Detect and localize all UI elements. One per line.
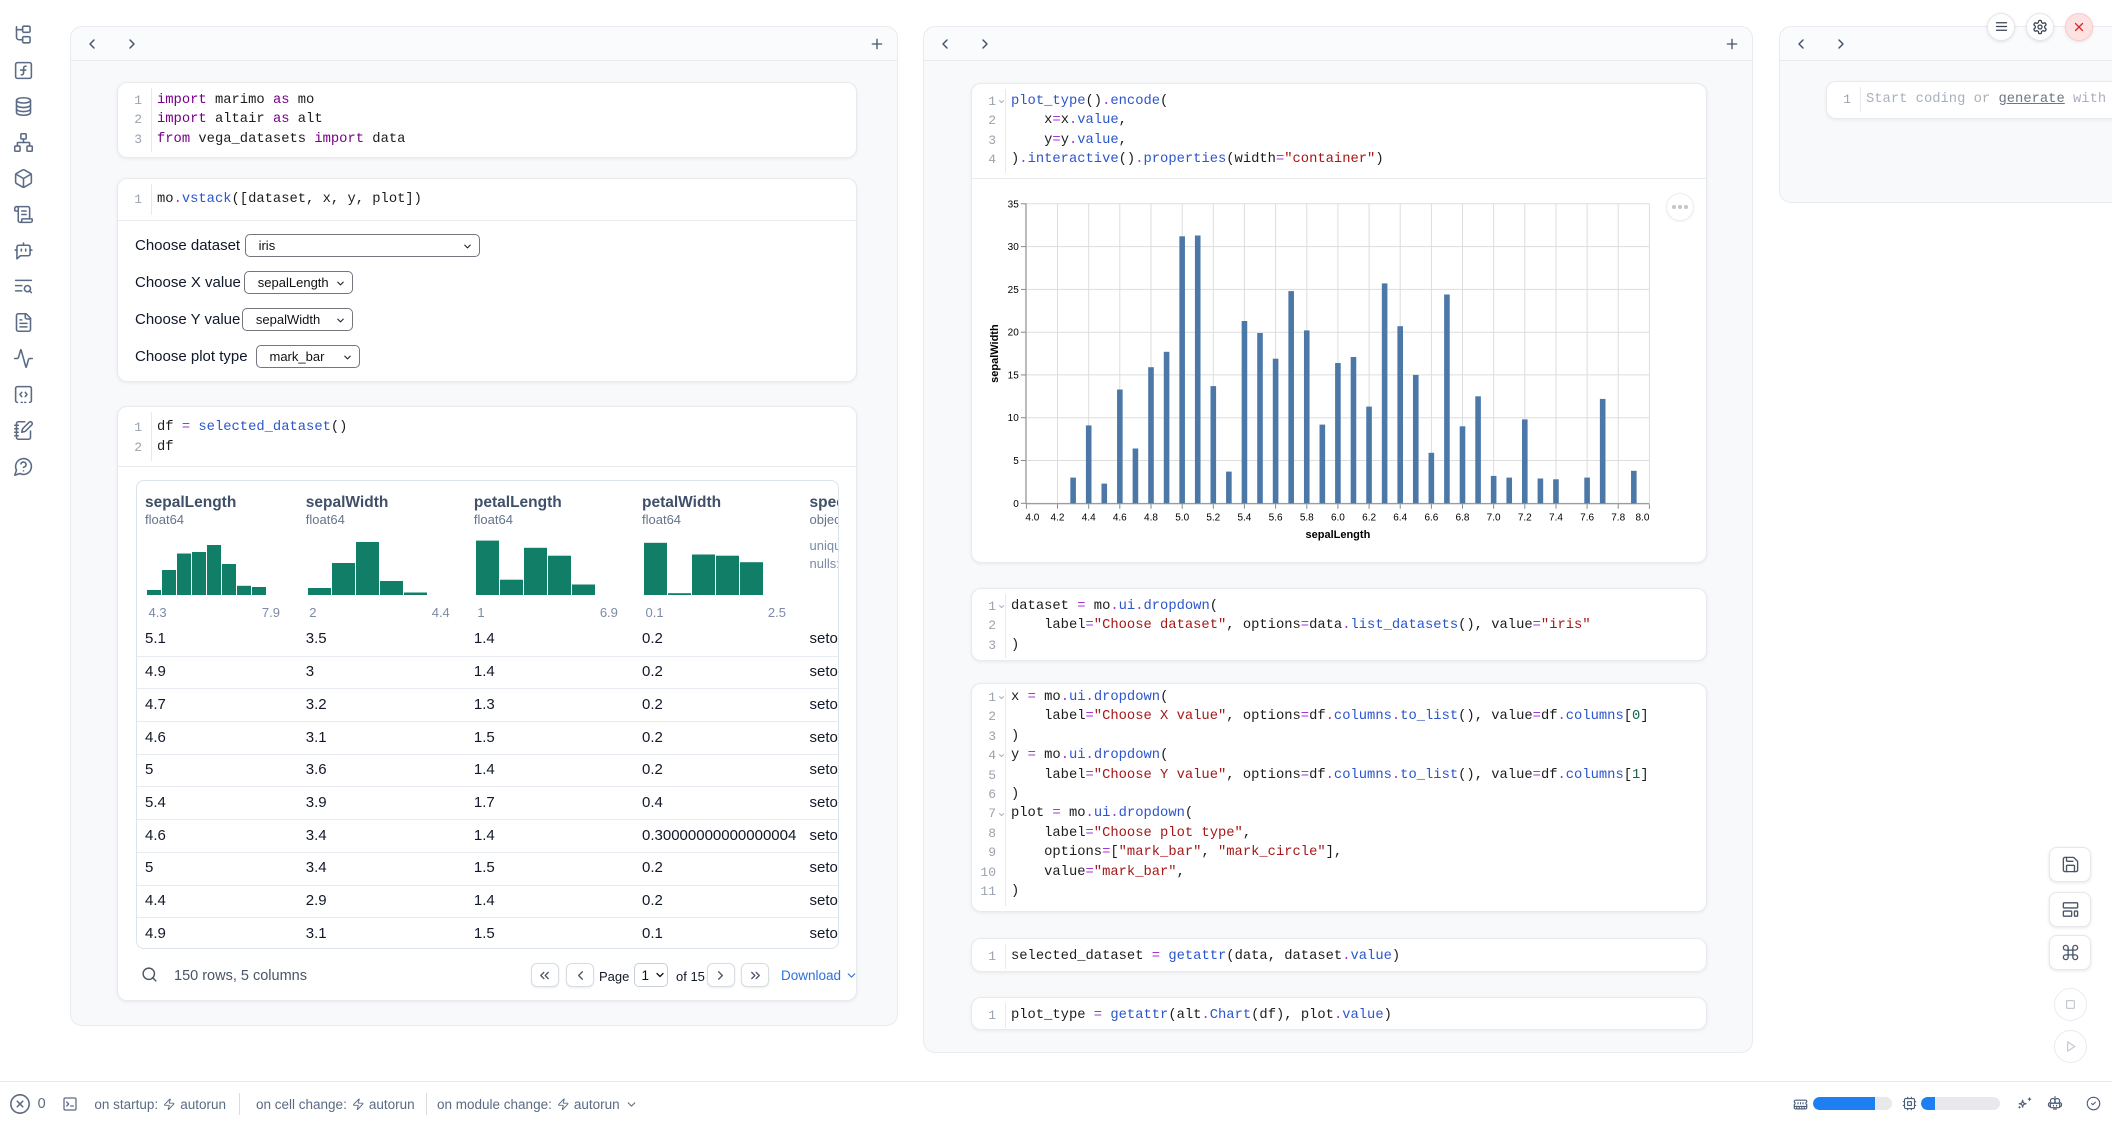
svg-text:5.2: 5.2 xyxy=(1206,512,1220,523)
svg-text:7.8: 7.8 xyxy=(1611,512,1625,523)
svg-text:30: 30 xyxy=(1008,242,1020,253)
svg-text:4.0: 4.0 xyxy=(1025,512,1039,523)
svg-text:4.4: 4.4 xyxy=(1082,512,1096,523)
svg-text:25: 25 xyxy=(1008,284,1020,295)
svg-text:sepalWidth: sepalWidth xyxy=(989,324,1001,383)
svg-text:15: 15 xyxy=(1008,370,1020,381)
svg-text:0: 0 xyxy=(1013,498,1019,509)
svg-text:20: 20 xyxy=(1008,327,1020,338)
svg-text:5.4: 5.4 xyxy=(1237,512,1251,523)
svg-text:7.0: 7.0 xyxy=(1487,512,1501,523)
svg-text:4.6: 4.6 xyxy=(1113,512,1127,523)
svg-text:6.8: 6.8 xyxy=(1456,512,1470,523)
svg-text:sepalLength: sepalLength xyxy=(1306,528,1371,540)
svg-text:5.6: 5.6 xyxy=(1269,512,1283,523)
svg-text:5.8: 5.8 xyxy=(1300,512,1314,523)
svg-text:8.0: 8.0 xyxy=(1635,512,1649,523)
svg-text:5: 5 xyxy=(1013,456,1019,467)
svg-text:7.2: 7.2 xyxy=(1518,512,1532,523)
svg-text:4.2: 4.2 xyxy=(1051,512,1065,523)
svg-text:35: 35 xyxy=(1008,199,1020,210)
svg-text:7.4: 7.4 xyxy=(1549,512,1563,523)
svg-text:7.6: 7.6 xyxy=(1580,512,1594,523)
svg-text:6.6: 6.6 xyxy=(1424,512,1438,523)
svg-text:5.0: 5.0 xyxy=(1175,512,1189,523)
svg-text:6.2: 6.2 xyxy=(1362,512,1376,523)
svg-text:4.8: 4.8 xyxy=(1144,512,1158,523)
svg-text:10: 10 xyxy=(1008,413,1020,424)
svg-text:6.4: 6.4 xyxy=(1393,512,1407,523)
svg-text:6.0: 6.0 xyxy=(1331,512,1345,523)
